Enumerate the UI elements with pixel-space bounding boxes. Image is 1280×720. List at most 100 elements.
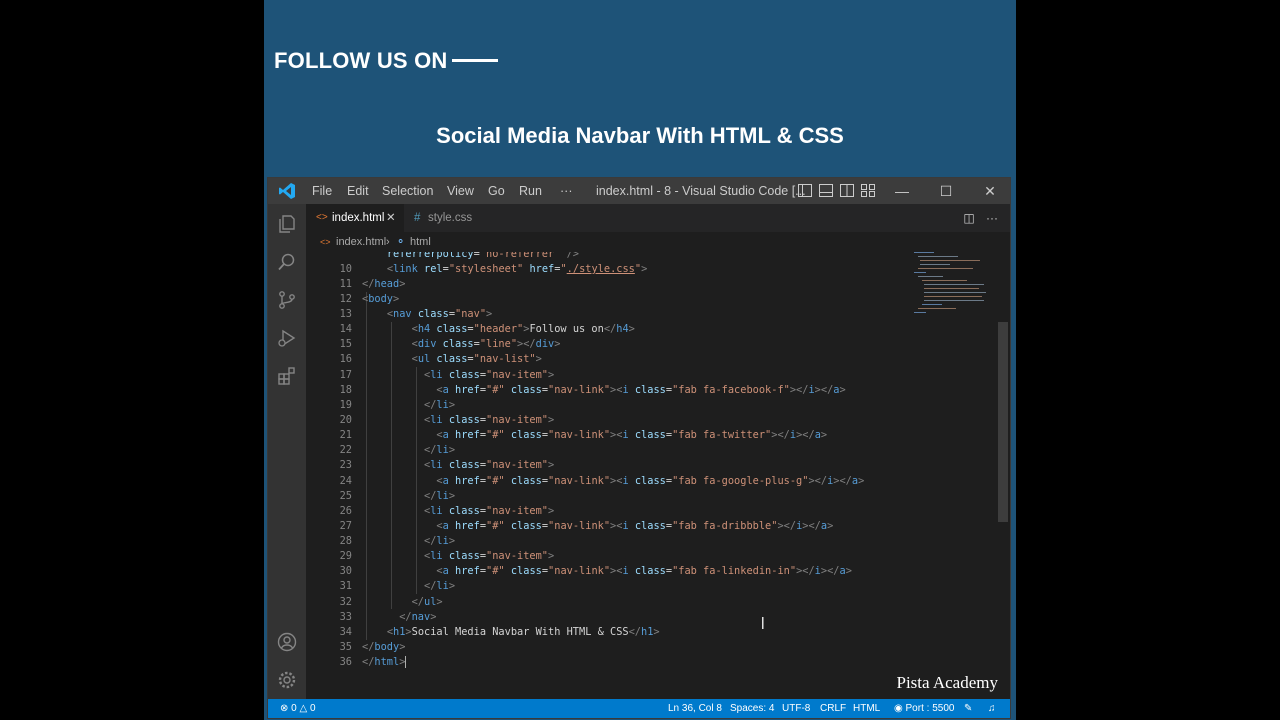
source-control-icon[interactable] <box>277 290 297 310</box>
code-line: </li> <box>424 490 456 502</box>
code-line: <li class="nav-item"> <box>424 550 555 562</box>
menu-run[interactable]: Run <box>519 178 542 204</box>
eol-setting[interactable]: CRLF <box>820 699 846 718</box>
code-line: <nav class="nav"> <box>386 308 493 320</box>
run-debug-icon[interactable] <box>277 328 297 348</box>
live-server-port[interactable]: ◉ Port : 5500 <box>894 699 954 718</box>
line-number: 23 <box>339 459 352 471</box>
html-file-icon: <> <box>320 237 331 247</box>
maximize-button[interactable]: ☐ <box>924 178 968 204</box>
preview-title: Social Media Navbar With HTML & CSS <box>436 123 844 148</box>
code-line: referrerpolicy="no-referrer" /> <box>386 252 580 260</box>
line-number: 21 <box>339 429 352 441</box>
code-line: <ul class="nav-list"> <box>411 353 542 365</box>
code-line: <a href="#" class="nav-link"><i class="f… <box>436 565 852 577</box>
breadcrumb-file[interactable]: index.html <box>336 232 386 252</box>
settings-gear-icon[interactable] <box>277 670 297 690</box>
broadcast-icon: ◉ <box>894 703 903 714</box>
menu-go[interactable]: Go <box>488 178 505 204</box>
port-label: Port : 5500 <box>905 703 955 714</box>
line-number: 10 <box>339 263 352 275</box>
line-number: 19 <box>339 399 352 411</box>
close-tab-icon[interactable]: ✕ <box>386 204 396 232</box>
channel-watermark: Pista Academy <box>896 673 998 692</box>
line-number: 17 <box>339 369 352 381</box>
element-icon: ⚬ <box>396 236 406 248</box>
more-actions-icon[interactable]: ··· <box>986 211 998 225</box>
line-number: 28 <box>339 535 352 547</box>
line-number: 29 <box>339 550 352 562</box>
code-line: <div class="line"></div> <box>411 338 561 350</box>
minimize-button[interactable]: — <box>880 178 924 204</box>
split-editor-icon[interactable]: ◫ <box>963 211 974 225</box>
code-line: <li class="nav-item"> <box>424 369 555 381</box>
vertical-scrollbar[interactable] <box>998 322 1008 522</box>
code-line: <li class="nav-item"> <box>424 459 555 471</box>
code-line: <link rel="stylesheet" href="./style.css… <box>386 263 648 275</box>
follow-us-heading: FOLLOW US ON <box>274 48 448 73</box>
vscode-window: File Edit Selection View Go Run ··· inde… <box>267 177 1011 719</box>
code-editor[interactable]: 10 11 12 13 14 15 16 17 18 19 20 21 22 2… <box>306 252 1010 699</box>
code-line: </nav> <box>399 611 437 623</box>
cursor-position[interactable]: Ln 36, Col 8 <box>668 699 722 718</box>
explorer-icon[interactable] <box>277 214 297 234</box>
line-number: 11 <box>339 278 352 290</box>
code-line: <li class="nav-item"> <box>424 505 555 517</box>
search-icon[interactable] <box>277 252 297 272</box>
minimap[interactable] <box>914 252 992 332</box>
line-number: 22 <box>339 444 352 456</box>
menu-selection[interactable]: Selection <box>382 178 433 204</box>
menu-file[interactable]: File <box>312 178 332 204</box>
status-bar: ⊗ 0 △ 0 Ln 36, Col 8 Spaces: 4 UTF-8 CRL… <box>268 699 1010 718</box>
code-line: </li> <box>424 444 456 456</box>
tab-index-html[interactable]: <> index.html ✕ <box>306 204 404 232</box>
line-number: 15 <box>339 338 352 350</box>
notifications-bell-icon[interactable]: ♫ <box>988 699 996 718</box>
encoding-setting[interactable]: UTF-8 <box>782 699 810 718</box>
indentation-setting[interactable]: Spaces: 4 <box>730 699 774 718</box>
customize-layout-icon[interactable] <box>861 184 875 197</box>
feedback-icon[interactable]: ✎ <box>964 699 972 718</box>
line-number: 20 <box>339 414 352 426</box>
line-number: 32 <box>339 596 352 608</box>
heading-line <box>452 59 498 62</box>
line-number: 34 <box>339 626 352 638</box>
title-bar: File Edit Selection View Go Run ··· inde… <box>268 178 1010 204</box>
breadcrumb: <> index.html › ⚬ html <box>306 232 1010 252</box>
code-line: <a href="#" class="nav-link"><i class="f… <box>436 429 828 441</box>
close-window-button[interactable]: ✕ <box>968 178 1012 204</box>
tab-style-css[interactable]: # style.css <box>404 204 500 232</box>
extensions-icon[interactable] <box>277 366 297 386</box>
menu-view[interactable]: View <box>447 178 474 204</box>
warning-count: 0 <box>309 703 316 714</box>
line-number: 25 <box>339 490 352 502</box>
toggle-panel-icon[interactable] <box>819 184 833 197</box>
problems-indicator[interactable]: ⊗ 0 △ 0 <box>280 699 316 718</box>
code-line: </ul> <box>411 596 443 608</box>
code-line: <li class="nav-item"> <box>424 414 555 426</box>
code-line: <h4 class="header">Follow us on</h4> <box>411 323 635 335</box>
language-mode[interactable]: HTML <box>853 699 880 718</box>
code-line: </body> <box>362 641 406 653</box>
tab-label: style.css <box>428 212 473 224</box>
error-count: 0 <box>291 703 297 714</box>
menu-more[interactable]: ··· <box>560 178 573 204</box>
menu-edit[interactable]: Edit <box>347 178 369 204</box>
account-icon[interactable] <box>277 632 297 652</box>
code-line: <a href="#" class="nav-link"><i class="f… <box>436 520 834 532</box>
code-line: </li> <box>424 535 456 547</box>
html-file-icon: <> <box>316 212 328 223</box>
breadcrumb-element[interactable]: html <box>410 232 431 252</box>
toggle-sidebar-icon[interactable] <box>798 184 812 197</box>
window-title: index.html - 8 - Visual Studio Code [... <box>596 184 806 198</box>
line-number: 35 <box>339 641 352 653</box>
toggle-secondary-sidebar-icon[interactable] <box>840 184 854 197</box>
tab-label: index.html <box>332 212 385 224</box>
activity-bar <box>268 204 306 699</box>
code-line: <a href="#" class="nav-link"><i class="f… <box>436 475 865 487</box>
line-number: 27 <box>339 520 352 532</box>
line-number: 13 <box>339 308 352 320</box>
line-number: 30 <box>339 565 352 577</box>
vscode-logo-icon <box>279 183 295 199</box>
editor-tabs: <> index.html ✕ # style.css ◫ ··· <box>306 204 1010 232</box>
